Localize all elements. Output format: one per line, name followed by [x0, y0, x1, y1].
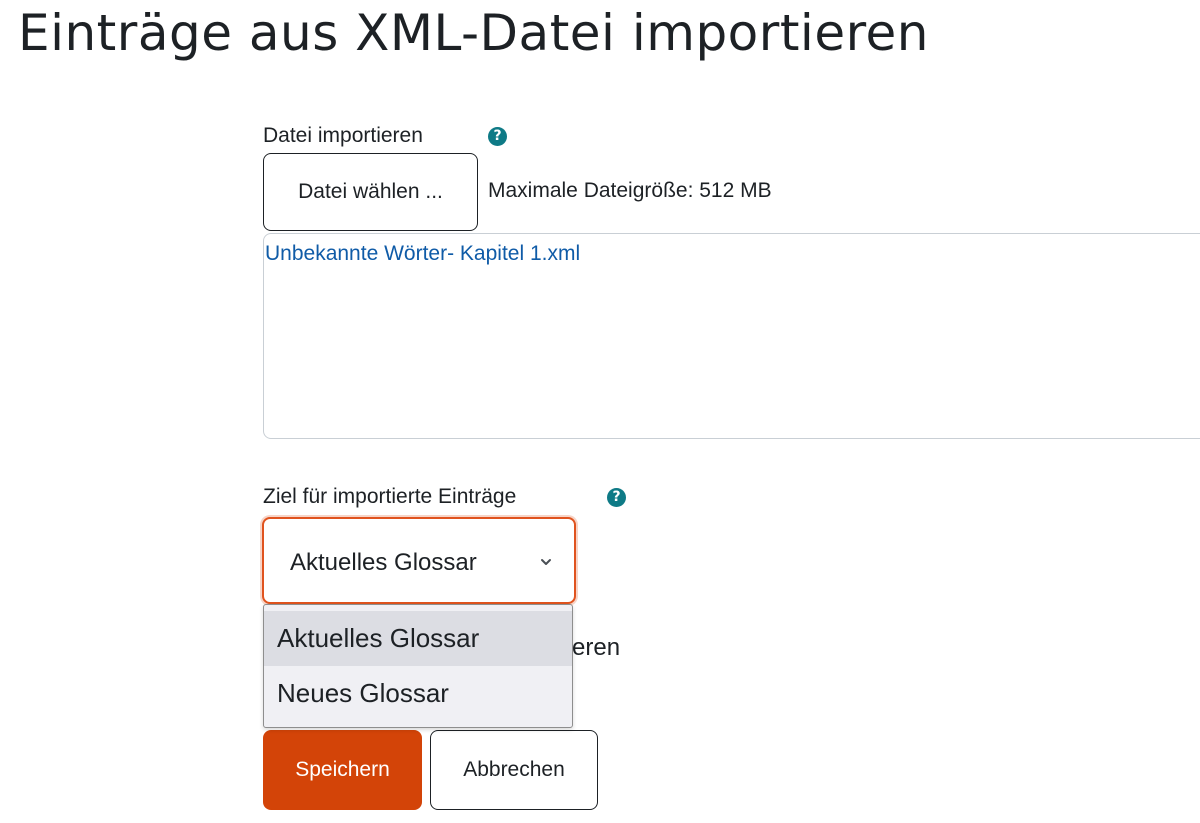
destination-label: Ziel für importierte Einträge [263, 485, 517, 508]
destination-select-value: Aktuelles Glossar [290, 549, 477, 576]
max-file-size-text: Maximale Dateigröße: 512 MB [488, 179, 772, 202]
cancel-button[interactable]: Abbrechen [430, 730, 598, 810]
option-new-glossary[interactable]: Neues Glossar [264, 666, 572, 721]
option-current-glossary[interactable]: Aktuelles Glossar [264, 611, 572, 666]
chevron-down-icon [541, 559, 551, 565]
page-title: Einträge aus XML-Datei importieren [18, 4, 929, 62]
question-circle-icon[interactable]: ? [607, 488, 626, 507]
choose-file-button[interactable]: Datei wählen ... [263, 153, 478, 231]
selected-file-link[interactable]: Unbekannte Wörter- Kapitel 1.xml [265, 241, 580, 267]
file-import-label: Datei importieren [263, 124, 423, 147]
destination-dropdown-list: Aktuelles Glossar Neues Glossar [263, 604, 573, 728]
save-button[interactable]: Speichern [263, 730, 422, 810]
page: Einträge aus XML-Datei importieren Datei… [0, 0, 1200, 823]
question-circle-icon[interactable]: ? [488, 127, 507, 146]
